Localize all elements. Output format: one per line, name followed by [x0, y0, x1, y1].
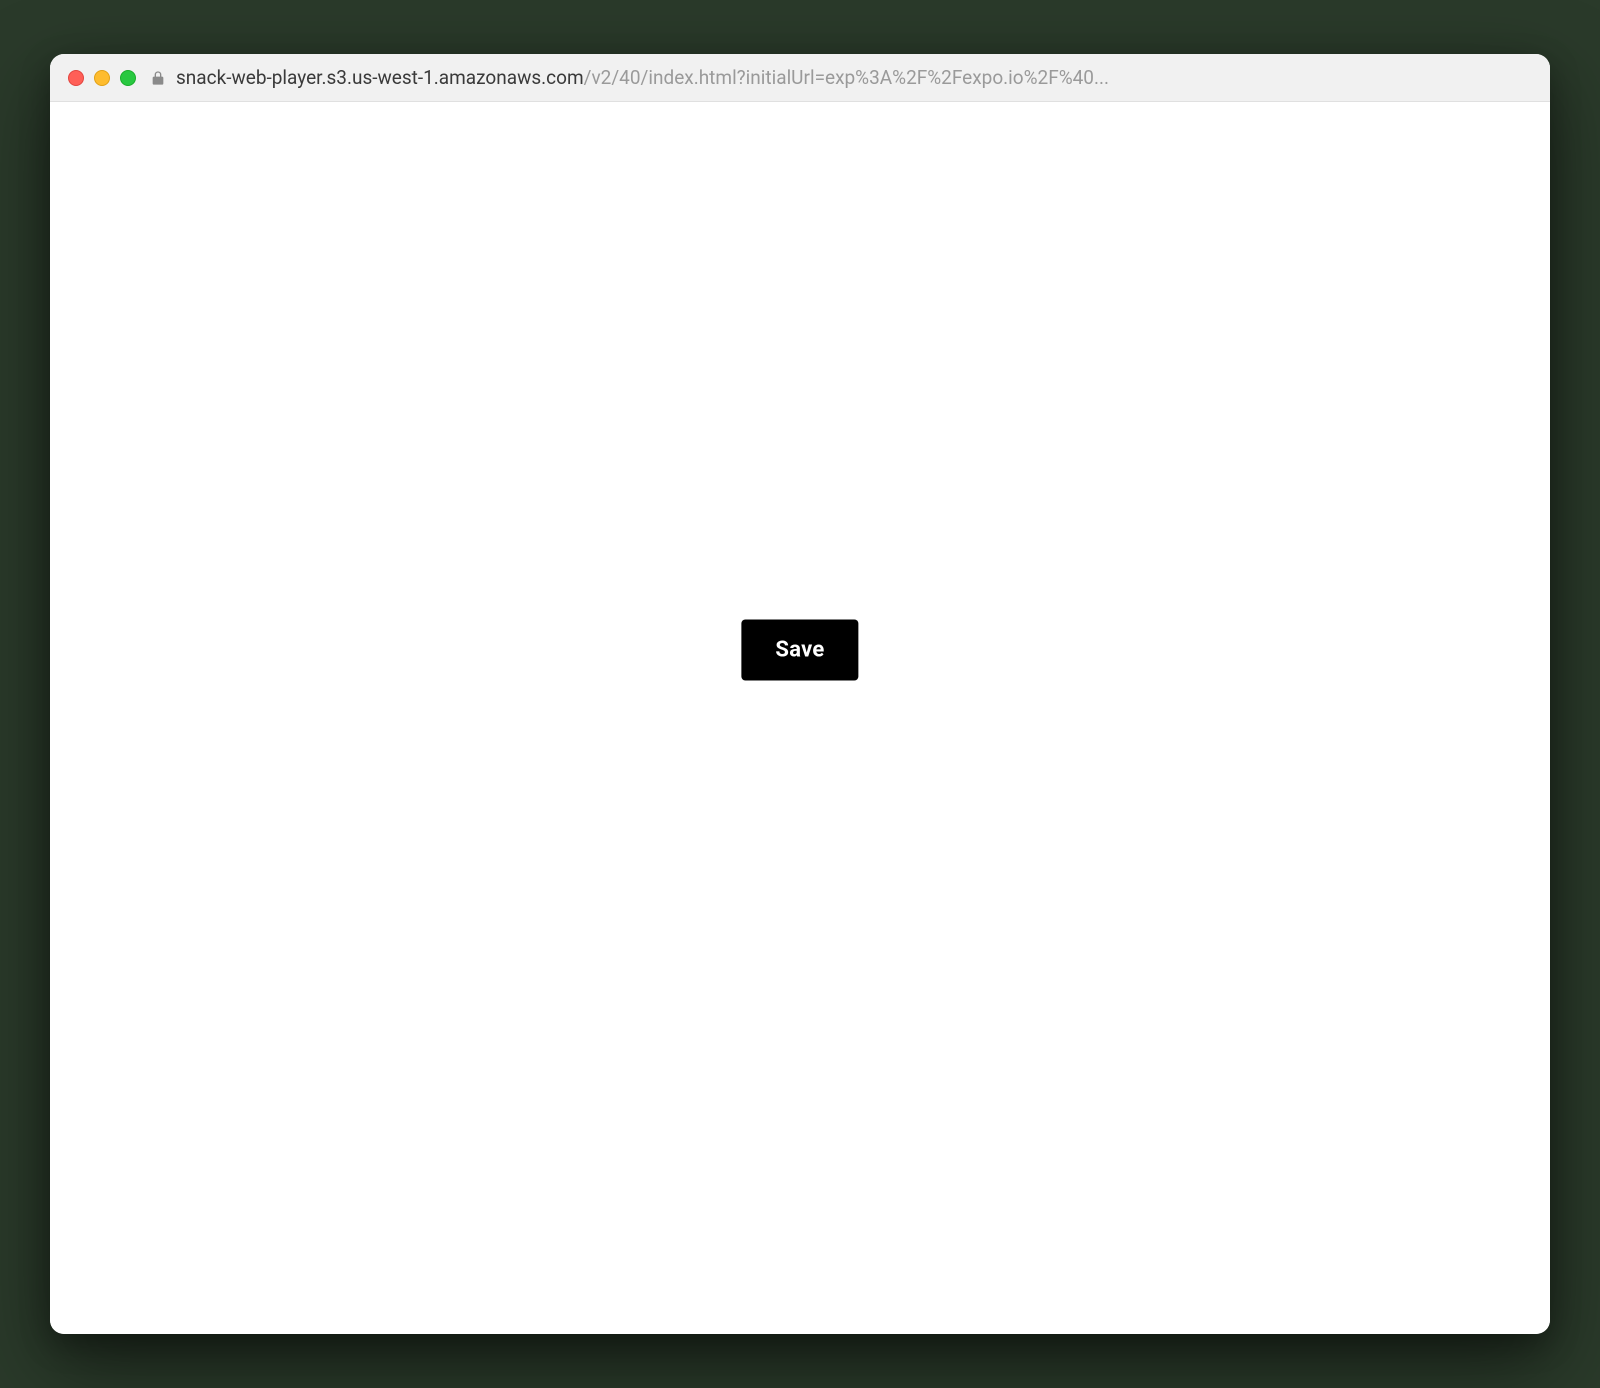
url-text: snack-web-player.s3.us-west-1.amazonaws.… — [176, 66, 1109, 89]
maximize-icon[interactable] — [120, 70, 136, 86]
address-bar[interactable]: snack-web-player.s3.us-west-1.amazonaws.… — [150, 66, 1532, 89]
save-button[interactable]: Save — [741, 620, 858, 681]
browser-window: snack-web-player.s3.us-west-1.amazonaws.… — [50, 54, 1550, 1334]
close-icon[interactable] — [68, 70, 84, 86]
url-host: snack-web-player.s3.us-west-1.amazonaws.… — [176, 66, 584, 89]
url-path: /v2/40/index.html?initialUrl=exp%3A%2F%2… — [584, 66, 1109, 89]
window-controls — [68, 70, 136, 86]
lock-icon — [150, 69, 166, 87]
page-viewport: Save — [50, 102, 1550, 1334]
titlebar: snack-web-player.s3.us-west-1.amazonaws.… — [50, 54, 1550, 102]
minimize-icon[interactable] — [94, 70, 110, 86]
